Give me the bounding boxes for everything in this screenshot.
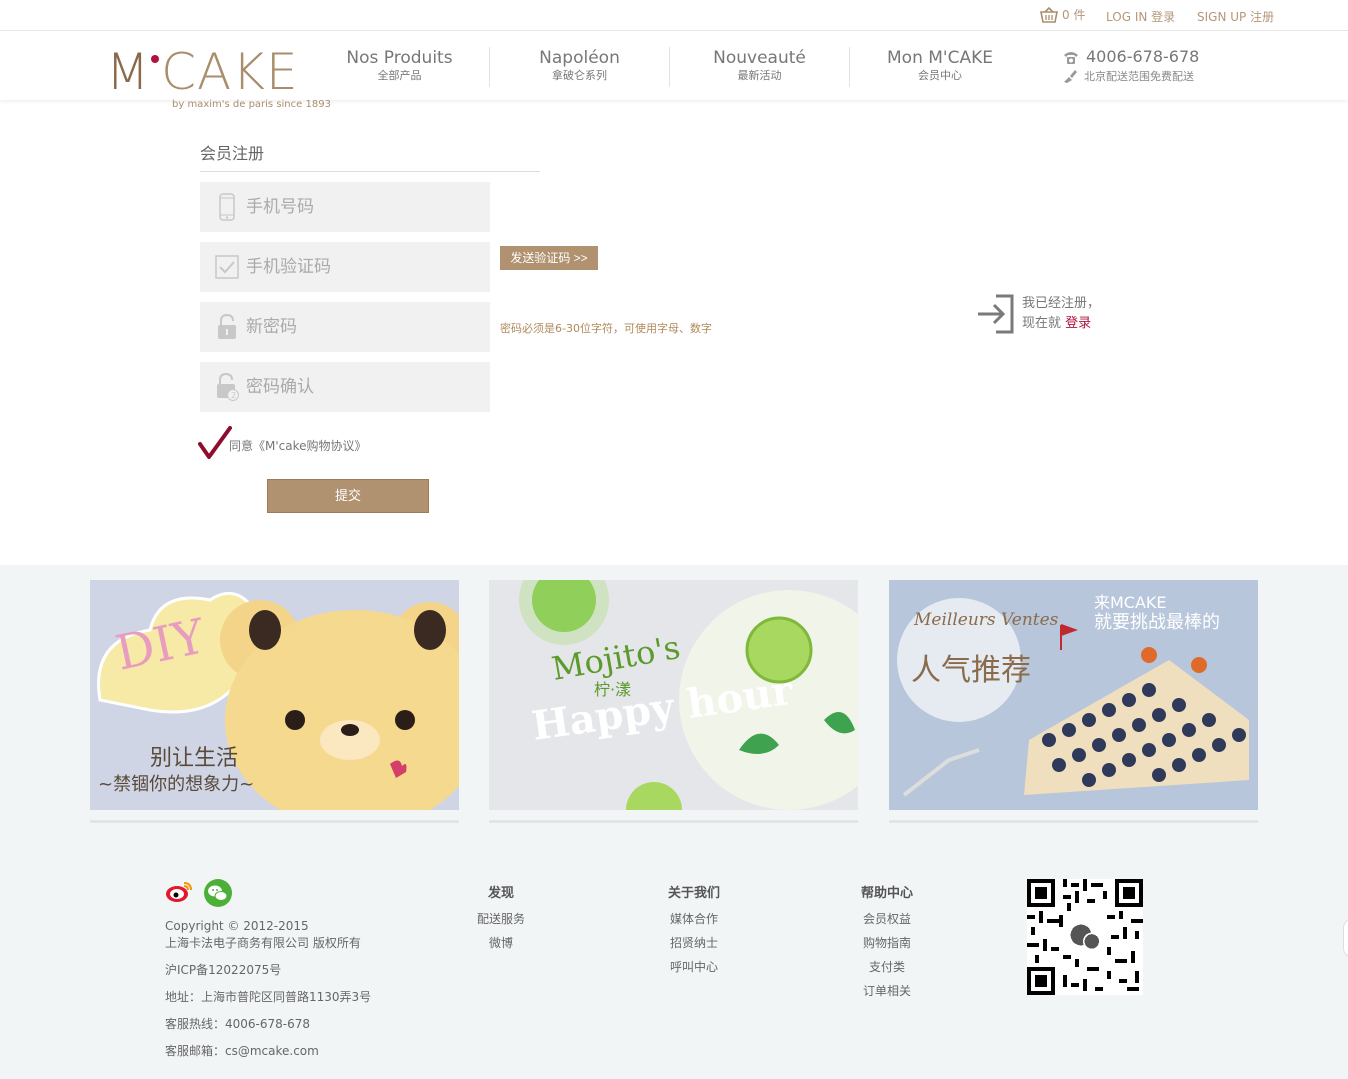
mobile-icon: [215, 193, 239, 221]
banner-diy-line2: ~禁锢你的想象力~: [98, 774, 254, 795]
password-hint: 密码必须是6-30位字符，可使用字母、数字: [500, 322, 712, 335]
banner-best-top1: 来MCAKE: [1094, 593, 1167, 612]
login-link[interactable]: LOG IN 登录: [1106, 8, 1175, 25]
form-divider: [200, 171, 540, 172]
weibo-icon[interactable]: [165, 879, 193, 911]
lock-confirm-icon: 2: [215, 373, 239, 401]
nav-label-en: Nouveauté: [713, 48, 806, 68]
footer-link[interactable]: 订单相关: [837, 979, 937, 1003]
phone-input[interactable]: [246, 197, 476, 217]
social-links: [165, 879, 243, 911]
footer-link[interactable]: 配送服务: [451, 907, 551, 931]
nav-item-member[interactable]: Mon M'CAKE 会员中心: [850, 47, 1030, 87]
banner-underline: [489, 820, 858, 823]
nav-item-new[interactable]: Nouveauté 最新活动: [670, 47, 850, 87]
lock-icon: [215, 313, 239, 341]
banner-mojito[interactable]: Mojito's 柠·漾 Happy hour: [489, 580, 858, 810]
agreement-checkbox[interactable]: 同意《M'cake购物协议》: [198, 426, 367, 460]
phone-field: [200, 182, 490, 232]
cart-count: 0 件: [1062, 8, 1086, 22]
footer-column-title: 帮助中心: [860, 886, 913, 901]
main-nav: Nos Produits 全部产品 Napoléon 拿破仑系列 Nouveau…: [310, 47, 1030, 87]
shipping-note: 北京配送范围免费配送: [1084, 70, 1194, 83]
footer-hotline: 客服热线：4006-678-678: [165, 1017, 311, 1031]
new-password-input[interactable]: [246, 317, 476, 337]
footer-link[interactable]: 微博: [451, 931, 551, 955]
truck-icon: [1064, 70, 1077, 83]
footer-column-title: 关于我们: [667, 886, 720, 901]
confirm-password-input[interactable]: [246, 377, 476, 397]
submit-button[interactable]: 提交: [267, 479, 429, 513]
already-line1: 我已经注册，: [1022, 296, 1101, 311]
logo-m: M: [106, 43, 151, 101]
footer-email: 客服邮箱：cs@mcake.com: [165, 1044, 319, 1058]
verification-code-input[interactable]: [246, 257, 476, 277]
banner-diy[interactable]: DIY 别让生活 ~禁锢你的想象力~: [90, 580, 459, 810]
banner-underline: [90, 820, 459, 823]
footer-column-discover: 发现 配送服务 微博: [451, 882, 551, 955]
logo-dot: [151, 55, 160, 63]
footer-column-title: 发现: [487, 886, 514, 901]
form-title: 会员注册: [200, 144, 265, 163]
check-box-icon: [215, 253, 239, 281]
nav-label-cn: 全部产品: [377, 69, 422, 82]
login-now-link[interactable]: 登录: [1065, 316, 1091, 331]
logo-cake: CAKE: [161, 43, 299, 101]
already-line2: 现在就: [1022, 316, 1066, 331]
banner-best-top2: 就要挑战最棒的: [1094, 612, 1220, 633]
signup-link[interactable]: SIGN UP 注册: [1197, 8, 1274, 25]
nav-item-products[interactable]: Nos Produits 全部产品: [310, 47, 490, 87]
send-code-button[interactable]: 发送验证码 >>: [500, 246, 598, 270]
nav-label-en: Napoléon: [539, 48, 620, 68]
svg-text:2: 2: [231, 391, 236, 400]
main-header: M CAKE by maxim's de paris since 1893 Nos…: [0, 31, 1348, 110]
cart-icon: [1040, 6, 1058, 23]
banner-bestsellers[interactable]: Meilleurs Ventes 人气推荐 来MCAKE 就要挑战最棒的: [889, 580, 1258, 810]
nav-label-cn: 会员中心: [918, 69, 962, 82]
footer-link[interactable]: 呼叫中心: [644, 955, 744, 979]
footer-link[interactable]: 购物指南: [837, 931, 937, 955]
top-bar: 0 件 LOG IN 登录 SIGN UP 注册: [0, 0, 1348, 31]
logo-tagline: by maxim's de paris since 1893: [172, 99, 331, 110]
footer-column-help: 帮助中心 会员权益 购物指南 支付类 订单相关: [837, 882, 937, 1003]
banner-underline: [889, 820, 1258, 823]
agreement-label[interactable]: 同意《M'cake购物协议》: [229, 437, 367, 454]
banner-best-fr: Meilleurs Ventes: [913, 610, 1059, 630]
footer-company: 上海卡法电子商务有限公司 版权所有: [165, 936, 361, 950]
footer-column-about: 关于我们 媒体合作 招贤纳士 呼叫中心: [644, 882, 744, 979]
footer-link[interactable]: 支付类: [837, 955, 937, 979]
login-arrow-icon: [978, 294, 1014, 334]
phone-number: 4006-678-678: [1086, 47, 1200, 66]
footer-link[interactable]: 媒体合作: [644, 907, 744, 931]
nav-label-cn: 拿破仑系列: [552, 69, 607, 82]
nav-item-napoleon[interactable]: Napoléon 拿破仑系列: [490, 47, 670, 87]
phone-icon: [1064, 51, 1078, 64]
code-field: [200, 242, 490, 292]
cart-link[interactable]: 0 件: [1040, 6, 1085, 23]
nav-label-en: Nos Produits: [346, 48, 453, 68]
footer-icp: 沪ICP备12022075号: [165, 963, 282, 977]
password-field: [200, 302, 490, 352]
qr-code-icon: [1027, 879, 1143, 995]
logo[interactable]: M CAKE by maxim's de paris since 1893: [106, 47, 331, 110]
already-registered: 我已经注册， 现在就 登录: [976, 294, 1100, 334]
checkmark-icon: [198, 426, 232, 459]
confirm-password-field: 2: [200, 362, 490, 412]
footer-copyright: Copyright © 2012-2015: [165, 919, 309, 933]
footer-link[interactable]: 招贤纳士: [644, 931, 744, 955]
side-toggle-tab[interactable]: [1343, 918, 1348, 958]
banner-best-cn: 人气推荐: [911, 653, 1031, 688]
wechat-icon[interactable]: [203, 879, 233, 911]
nav-label-en: Mon M'CAKE: [887, 48, 993, 68]
footer-address: 地址：上海市普陀区同普路1130弄3号: [165, 990, 372, 1004]
banner-diy-line1: 别让生活: [150, 746, 238, 771]
footer-link[interactable]: 会员权益: [837, 907, 937, 931]
contact-info: 4006-678-678 北京配送范围免费配送: [1062, 47, 1199, 84]
nav-label-cn: 最新活动: [737, 69, 782, 82]
